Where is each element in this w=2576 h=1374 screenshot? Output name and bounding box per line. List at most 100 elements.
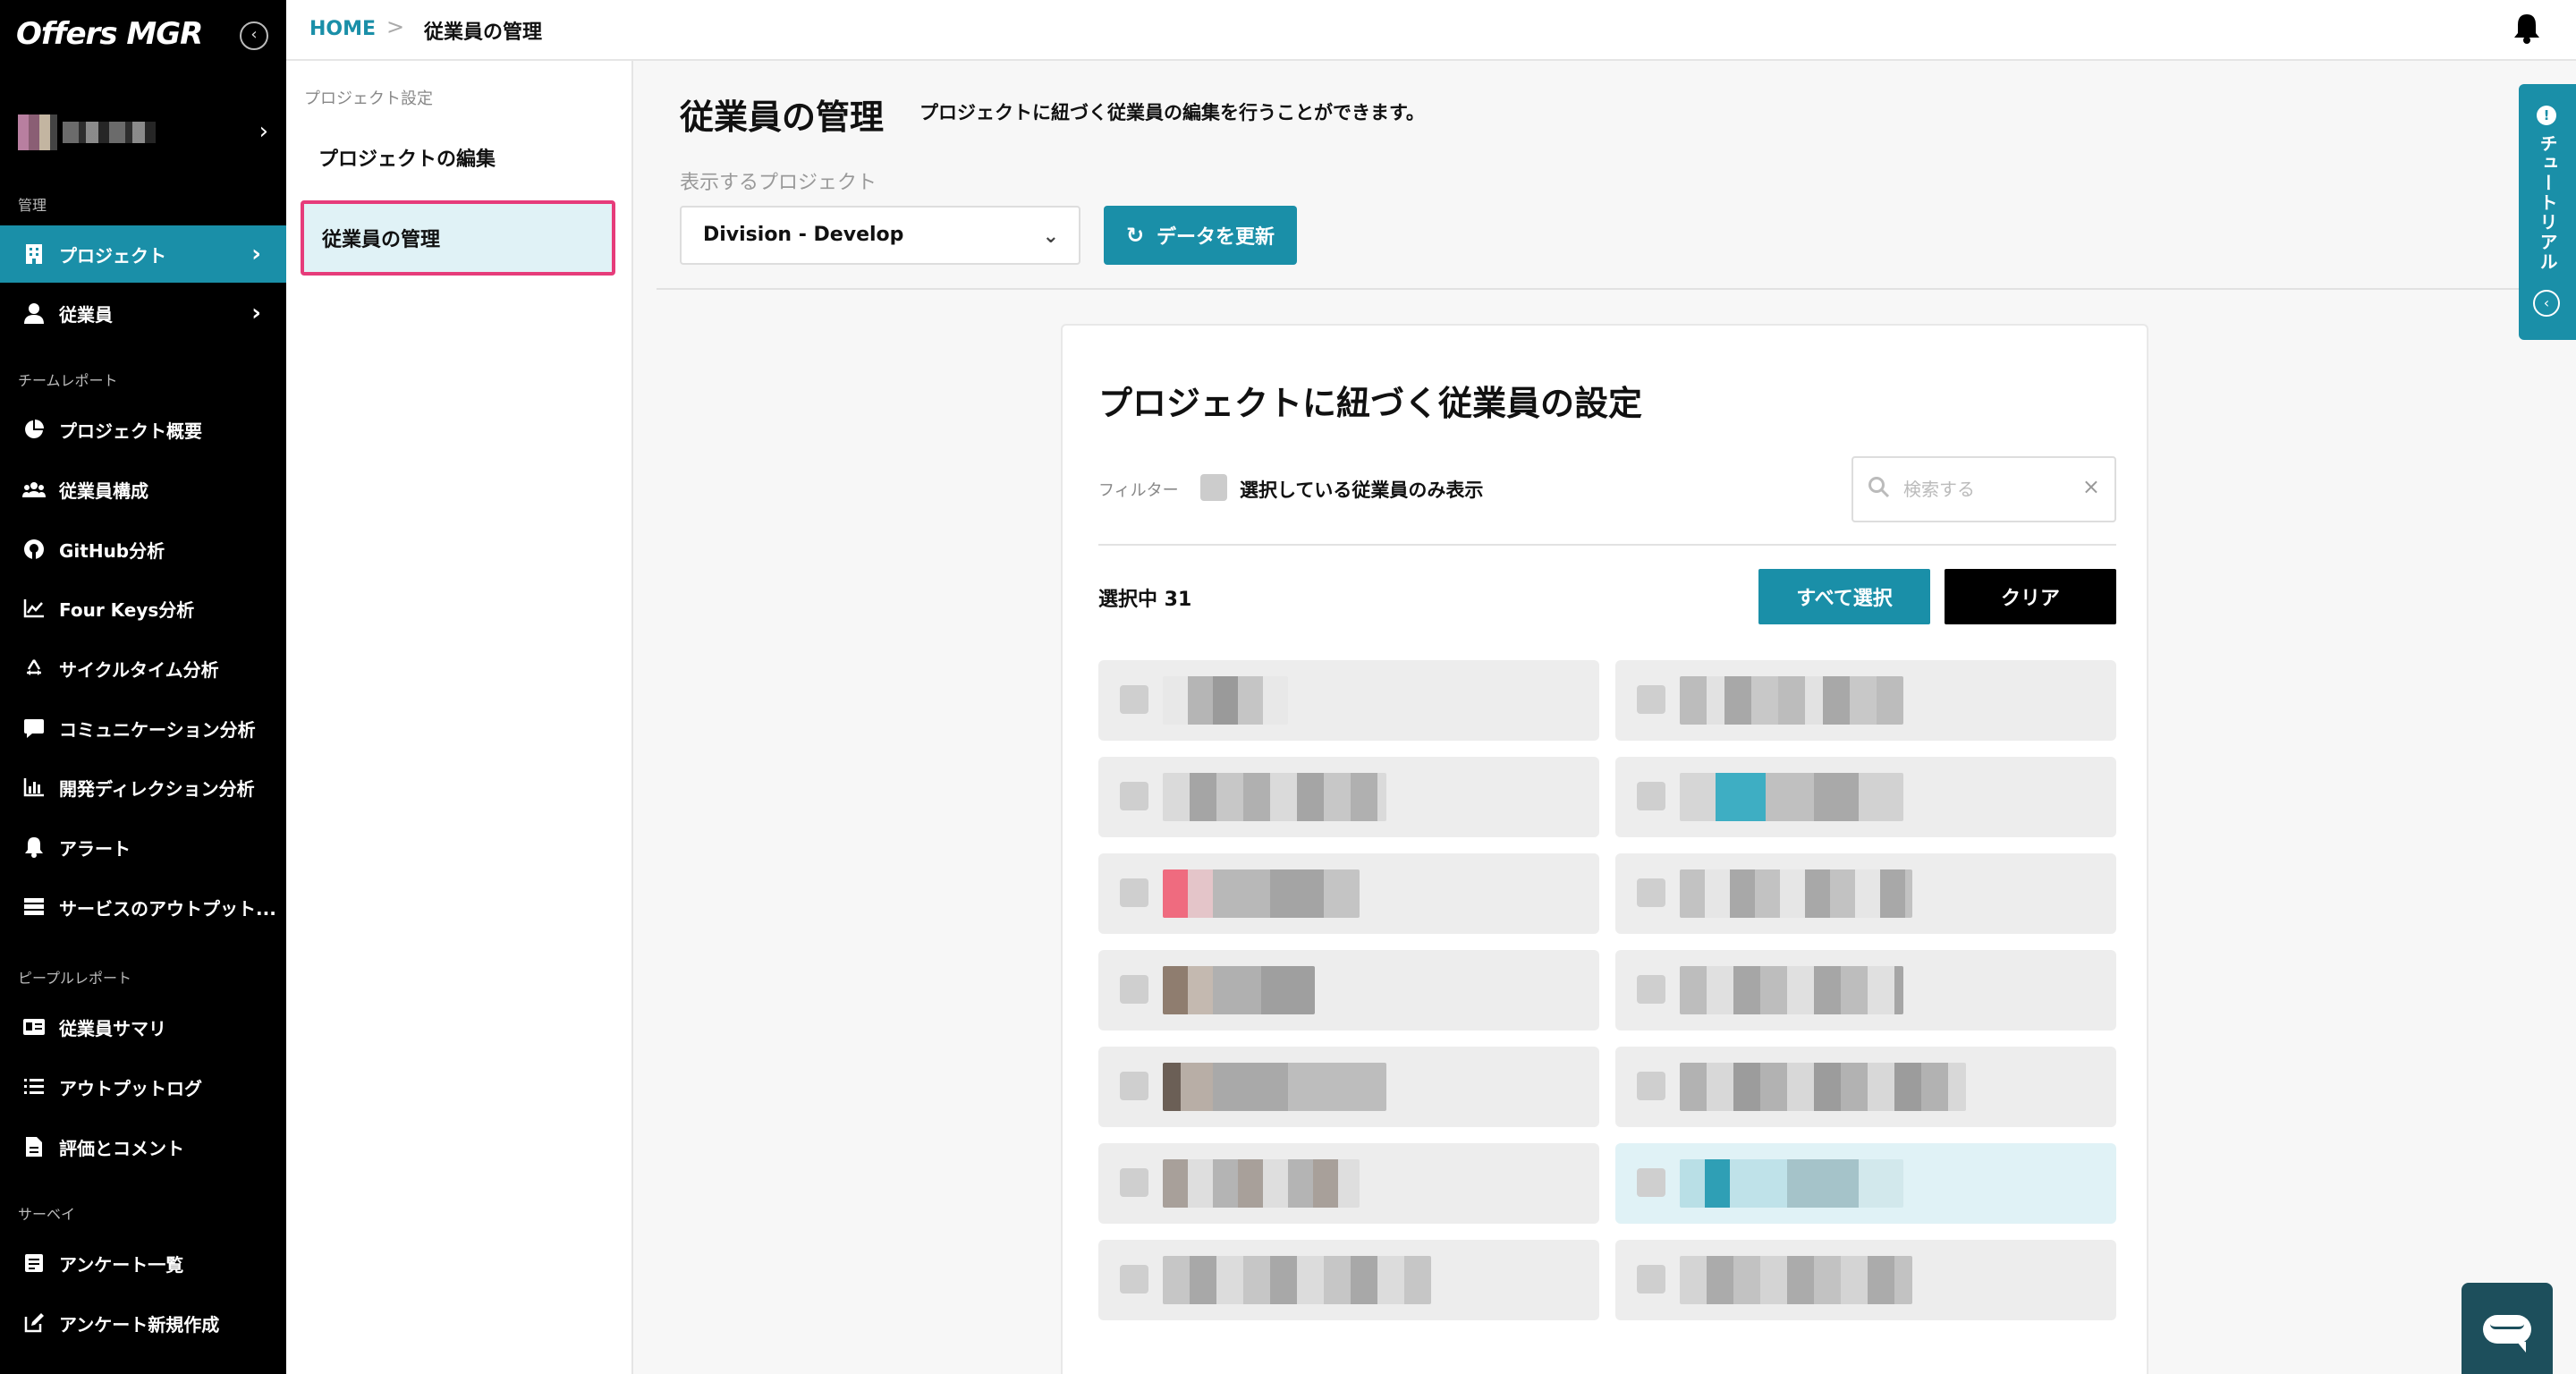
employee-name-redacted [1680,869,1912,918]
employee-item[interactable] [1098,757,1599,837]
filter-label: フィルター [1098,481,1179,500]
employee-checkbox[interactable] [1120,1168,1148,1197]
header-divider [657,288,2576,290]
sidebar-item-evaluation[interactable]: 評価とコメント [0,1118,286,1175]
employee-checkbox[interactable] [1637,1072,1665,1100]
bar-chart-icon [21,775,47,800]
chat-icon [21,716,47,741]
group-icon [21,477,47,502]
employee-name-redacted [1163,1159,1360,1208]
sidebar-item-service-output[interactable]: サービスのアウトプット... [0,878,286,936]
employee-name-redacted [1680,773,1903,821]
chevron-left-icon[interactable]: ‹ [2533,290,2560,317]
person-icon [21,301,47,326]
employee-checkbox[interactable] [1637,685,1665,714]
subnav-item-manage-employees[interactable]: 従業員の管理 [301,200,615,276]
employee-checkbox[interactable] [1120,1072,1148,1100]
sidebar-item-employee[interactable]: 従業員 › [0,284,286,342]
organization-switcher[interactable]: › [18,114,268,150]
sidebar-item-github[interactable]: GitHub分析 [0,521,286,578]
subnav-title: プロジェクト設定 [304,89,433,108]
sidebar-collapse-icon[interactable]: ‹ [240,21,268,50]
building-icon [21,242,47,267]
project-select[interactable]: Division - Develop ⌄ [680,206,1080,265]
employee-item[interactable] [1615,950,2116,1030]
card-title: プロジェクトに紐づく従業員の設定 [1098,384,1643,423]
sidebar-item-label: 開発ディレクション分析 [59,777,255,800]
chat-bubble-icon [2483,1315,2531,1353]
selected-only-label[interactable]: 選択している従業員のみ表示 [1240,476,1483,503]
sidebar-item-cycle-time[interactable]: サイクルタイム分析 [0,640,286,697]
sidebar-item-label: プロジェクト概要 [59,420,202,442]
document-icon [21,1134,47,1159]
clear-button[interactable]: クリア [1945,569,2116,624]
employee-name-redacted [1680,1063,1966,1111]
page-title: 従業員の管理 [680,98,885,137]
employee-checkbox[interactable] [1120,975,1148,1004]
employee-item[interactable] [1098,1240,1599,1320]
chevron-down-icon: ⌄ [1042,225,1059,248]
sidebar-item-employee-composition[interactable]: 従業員構成 [0,461,286,518]
employee-checkbox[interactable] [1637,782,1665,810]
app-logo[interactable]: Offers MGR [16,16,203,52]
sidebar-item-label: 評価とコメント [59,1137,184,1159]
employee-name-redacted [1163,1256,1431,1304]
sidebar-item-alert[interactable]: アラート [0,818,286,876]
employee-checkbox[interactable] [1637,1168,1665,1197]
employee-checkbox[interactable] [1637,878,1665,907]
sidebar-item-output-log[interactable]: アウトプットログ [0,1058,286,1115]
employee-name-redacted [1163,676,1288,725]
employee-item[interactable] [1098,950,1599,1030]
subnav-item-edit-project[interactable]: プロジェクトの編集 [301,120,615,195]
sidebar-item-label: コミュニケーション分析 [59,718,256,741]
sidebar-item-employee-summary[interactable]: 従業員サマリ [0,998,286,1056]
employee-item[interactable] [1615,1047,2116,1127]
employee-checkbox[interactable] [1637,975,1665,1004]
select-all-button[interactable]: すべて選択 [1758,569,1930,624]
sidebar-item-project[interactable]: プロジェクト › [0,225,286,283]
tutorial-tab[interactable]: ! チュートリアル ‹ [2519,84,2576,340]
employee-item[interactable] [1098,853,1599,934]
sidebar-item-dev-direction[interactable]: 開発ディレクション分析 [0,759,286,816]
sidebar-item-communication[interactable]: コミュニケーション分析 [0,700,286,757]
employee-item[interactable] [1615,660,2116,741]
github-icon [21,537,47,562]
search-input[interactable] [1903,474,2064,505]
employee-item[interactable] [1615,757,2116,837]
employee-name-redacted [1163,773,1386,821]
employee-item[interactable] [1615,1240,2116,1320]
sidebar: Offers MGR ‹ › 管理 プロジェクト › 従業員 › チームレポート… [0,0,286,1374]
sidebar-item-four-keys[interactable]: Four Keys分析 [0,580,286,637]
sidebar-item-label: アラート [59,837,131,860]
sidebar-item-survey-list[interactable]: アンケート一覧 [0,1234,286,1292]
breadcrumb-home-link[interactable]: HOME [309,18,376,40]
chevron-right-icon: › [258,118,268,145]
selected-only-checkbox[interactable] [1200,474,1227,501]
sidebar-item-project-overview[interactable]: プロジェクト概要 [0,401,286,458]
refresh-data-button[interactable]: ↻ データを更新 [1104,206,1297,265]
pie-chart-icon [21,417,47,442]
sidebar-item-label: 従業員 [59,303,113,326]
employee-settings-card: プロジェクトに紐づく従業員の設定 フィルター 選択している従業員のみ表示 × 選… [1061,324,2148,1374]
employee-item[interactable] [1615,853,2116,934]
notification-bell-icon[interactable] [2512,13,2542,45]
employee-checkbox[interactable] [1120,685,1148,714]
sidebar-section-survey: サーベイ [18,1206,76,1223]
project-settings-nav: プロジェクト設定 プロジェクトの編集 従業員の管理 [286,61,633,1374]
clear-search-icon[interactable]: × [2082,474,2100,499]
employee-item[interactable] [1098,1143,1599,1224]
employee-search: × [1852,456,2116,522]
project-select-label: 表示するプロジェクト [680,172,877,194]
employee-item[interactable] [1098,1047,1599,1127]
employee-checkbox[interactable] [1120,878,1148,907]
sidebar-item-survey-create[interactable]: アンケート新規作成 [0,1294,286,1352]
employee-checkbox[interactable] [1637,1265,1665,1293]
sidebar-item-label: アウトプットログ [59,1077,202,1099]
support-chat-button[interactable] [2462,1283,2553,1374]
employee-checkbox[interactable] [1120,782,1148,810]
employee-item[interactable] [1615,1143,2116,1224]
organization-avatar [18,114,57,150]
sidebar-item-label: アンケート新規作成 [59,1313,220,1336]
employee-checkbox[interactable] [1120,1265,1148,1293]
employee-item[interactable] [1098,660,1599,741]
